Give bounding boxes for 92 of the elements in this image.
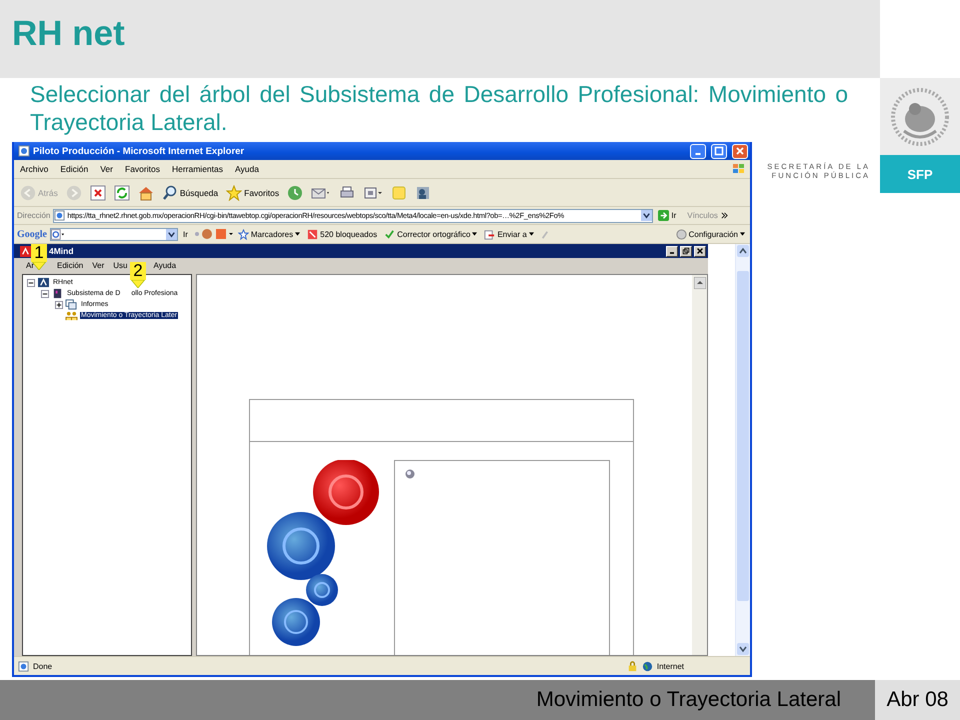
- scrollbar[interactable]: [692, 275, 707, 655]
- scroll-thumb[interactable]: [737, 271, 749, 601]
- globe-icon: [642, 660, 653, 672]
- caret-icon: [472, 232, 478, 236]
- menu-item[interactable]: Ver: [92, 260, 104, 270]
- expander-icon[interactable]: [41, 290, 49, 298]
- expander-icon[interactable]: [55, 300, 63, 308]
- document-icon: [363, 184, 384, 200]
- menu-item[interactable]: Edición: [57, 260, 84, 270]
- go-button[interactable]: Ir: [181, 230, 190, 238]
- search-icon: [162, 184, 178, 200]
- google-search-field[interactable]: [50, 228, 178, 240]
- sphere-icon: [405, 469, 415, 479]
- caret-icon: [528, 232, 534, 236]
- slide-title: RH net: [12, 14, 125, 54]
- toolbar-button[interactable]: [88, 184, 108, 200]
- refresh-icon: [114, 184, 130, 200]
- dropdown-icon: [641, 210, 652, 221]
- close-button[interactable]: [694, 246, 706, 256]
- windows-stack-icon: [65, 299, 78, 310]
- menu-item[interactable]: Edición: [60, 164, 88, 174]
- close-icon: [696, 247, 704, 255]
- footer-date: Abr 08: [886, 688, 948, 712]
- blocked-popup-icon: [307, 228, 318, 240]
- minimize-button[interactable]: [666, 246, 678, 256]
- google-toolbar-button[interactable]: 520 bloqueados: [305, 228, 380, 240]
- page-icon: [18, 145, 30, 157]
- app-logo-icon: [37, 277, 50, 288]
- building-icon: [51, 288, 64, 299]
- arrow-head-icon: [128, 280, 148, 288]
- page-icon: [18, 660, 29, 672]
- google-toolbar-button[interactable]: Marcadores: [236, 228, 302, 240]
- window-title: Piloto Producción - Microsoft Internet Explorer: [33, 146, 244, 156]
- restore-icon: [682, 247, 690, 255]
- spellcheck-icon: [384, 228, 396, 240]
- menu-item[interactable]: Favoritos: [125, 164, 160, 174]
- star-icon: [238, 228, 249, 240]
- seal-icon: [890, 86, 950, 146]
- toolbar-button[interactable]: Favoritos: [224, 184, 282, 200]
- note-icon: [391, 184, 408, 200]
- menu-item[interactable]: Herramientas: [172, 164, 223, 174]
- zone-text: Internet: [656, 662, 684, 670]
- scrollbar[interactable]: [735, 244, 750, 656]
- app-title: 4Mind: [49, 246, 74, 256]
- address-label: Dirección: [17, 211, 50, 220]
- menu-item[interactable]: Ayuda: [154, 260, 176, 270]
- minimize-icon: [695, 153, 701, 155]
- dropdown-icon: [166, 228, 177, 240]
- windows-flag-icon: [732, 163, 746, 175]
- close-icon: [735, 146, 745, 156]
- toolbar-button[interactable]: [112, 184, 132, 200]
- menu-item[interactable]: Ver: [100, 164, 113, 174]
- google-toolbar-button[interactable]: Enviar a: [482, 228, 536, 240]
- menu-item[interactable]: Usu: [113, 260, 128, 270]
- caret-icon: [740, 232, 745, 236]
- people-icon: [415, 184, 432, 200]
- history-icon: [287, 184, 304, 200]
- stop-icon: [90, 184, 106, 200]
- app-logo-icon: [20, 246, 31, 256]
- google-toolbar-button[interactable]: Corrector ortográfico: [382, 228, 480, 240]
- caret-icon: [295, 232, 300, 236]
- send-icon: [484, 228, 496, 240]
- restore-button[interactable]: [680, 246, 692, 256]
- toolbar-icons-drawing: [192, 228, 233, 240]
- scroll-up-icon: [694, 277, 706, 289]
- maximize-icon: [714, 146, 724, 156]
- expander-icon[interactable]: [27, 278, 35, 286]
- menu-item[interactable]: Ayuda: [235, 164, 259, 174]
- lock-icon: [626, 660, 638, 672]
- menu-item[interactable]: Archivo: [20, 164, 48, 174]
- page-icon: [54, 210, 66, 221]
- toolbar-button[interactable]: Búsqueda: [160, 184, 220, 200]
- sfp-text: SFP: [907, 166, 933, 182]
- status-text: Done: [33, 662, 52, 670]
- scroll-up-icon: [737, 245, 749, 257]
- settings-button[interactable]: Configuración: [674, 228, 747, 240]
- maximize-button[interactable]: [711, 144, 727, 158]
- home-icon: [138, 184, 154, 200]
- settings-icon: [676, 228, 687, 240]
- go-button[interactable]: Ir: [656, 210, 678, 221]
- chevron-icon: [720, 212, 728, 219]
- footer-title: Movimiento o Trayectoria Lateral: [536, 688, 841, 712]
- star-icon: [226, 184, 242, 200]
- google-logo: Google: [17, 228, 47, 240]
- printer-icon: [339, 184, 356, 200]
- go-arrow-icon: [658, 210, 670, 221]
- scroll-down-icon: [737, 643, 749, 655]
- people-icon: [65, 310, 78, 321]
- instruction-text: Seleccionar del árbol del Subsistema de Desarrollo Profesional: Movimiento o Trayectoria Lateral.: [30, 80, 848, 137]
- g-dropdown-icon: [51, 228, 65, 240]
- menu-item[interactable]: Ar: [26, 260, 34, 270]
- minimize-icon: [670, 252, 674, 254]
